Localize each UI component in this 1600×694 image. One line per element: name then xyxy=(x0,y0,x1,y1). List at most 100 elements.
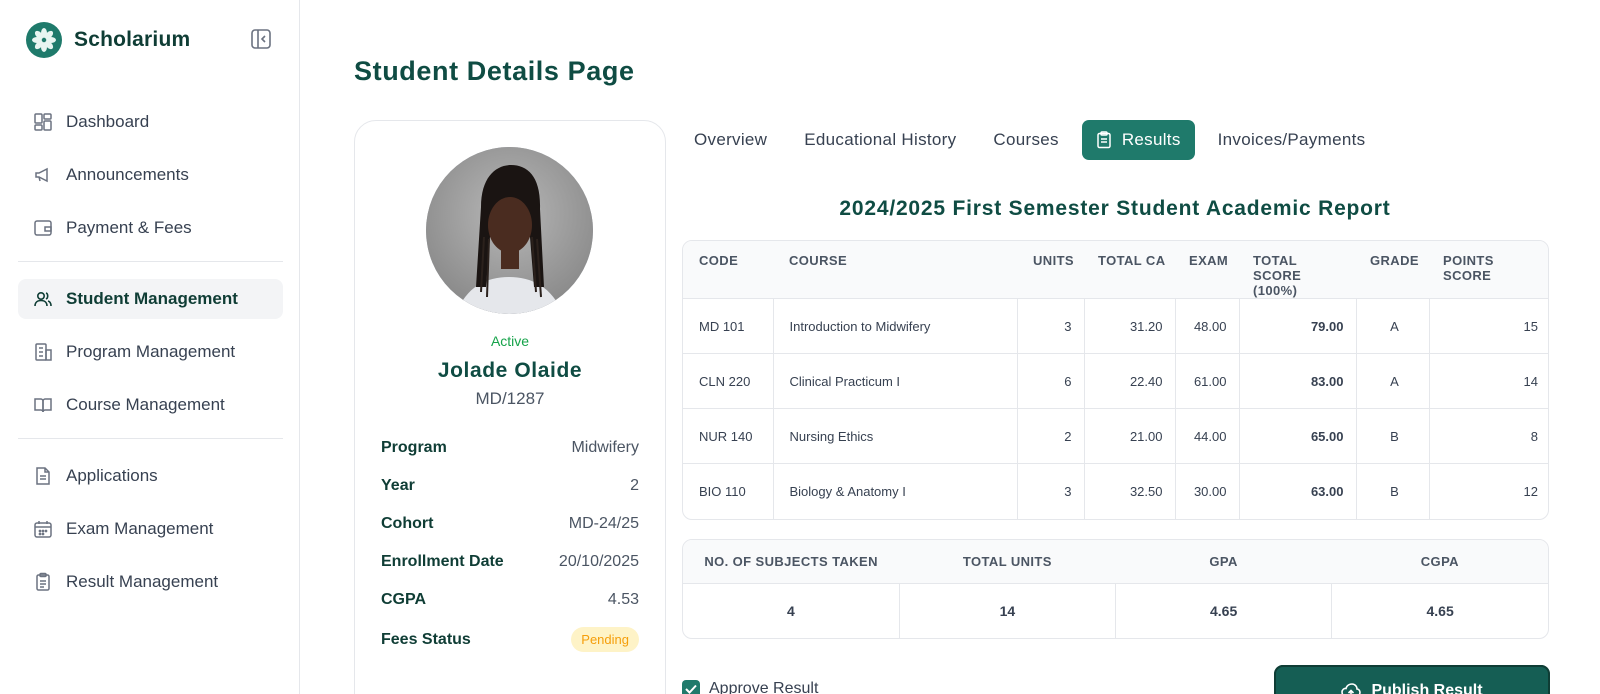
approve-result-label: Approve Result xyxy=(709,680,819,694)
table-row: CLN 220 Clinical Practicum I 6 22.40 61.… xyxy=(683,353,1548,409)
cell-course: Biology & Anatomy I xyxy=(772,463,1017,519)
document-icon xyxy=(32,465,54,487)
cell-units: 2 xyxy=(1016,408,1084,464)
report-title: 2024/2025 First Semester Student Academi… xyxy=(839,197,1391,220)
cell-course: Clinical Practicum I xyxy=(772,353,1017,409)
cell-total-ca: 31.20 xyxy=(1083,298,1175,354)
cell-points: 12 xyxy=(1428,463,1548,519)
summary-gpa: 4.65 xyxy=(1114,583,1332,638)
sidebar-item-course-management[interactable]: Course Management xyxy=(18,385,283,425)
detail-label: Cohort xyxy=(381,515,434,532)
sidebar-item-applications[interactable]: Applications xyxy=(18,456,283,496)
approve-result-checkbox[interactable]: Approve Result xyxy=(682,680,818,694)
detail-label: CGPA xyxy=(381,591,427,608)
sidebar-item-label: Applications xyxy=(66,466,158,485)
column-header: COURSE xyxy=(773,241,1017,299)
page-title: Student Details Page xyxy=(354,56,635,86)
detail-value: MD-24/25 xyxy=(568,515,639,532)
cell-exam: 48.00 xyxy=(1174,298,1239,354)
detail-year: Year 2 xyxy=(381,477,639,495)
column-header: TOTAL CA xyxy=(1084,241,1175,299)
sidebar-item-label: Student Management xyxy=(66,289,238,308)
summary-row: 4 14 4.65 4.65 xyxy=(683,583,1548,638)
cell-grade: B xyxy=(1355,408,1429,464)
summary-header: GPA xyxy=(1115,540,1332,584)
logo-icon xyxy=(26,22,62,58)
tab-invoices-payments[interactable]: Invoices/Payments xyxy=(1204,120,1380,160)
table-header-row: CODE COURSE UNITS TOTAL CA EXAM TOTAL SC… xyxy=(683,241,1548,299)
publish-result-button[interactable]: Publish Result xyxy=(1274,665,1550,694)
summary-total-units: 14 xyxy=(898,583,1116,638)
sidebar-item-label: Announcements xyxy=(66,165,189,184)
cell-total-ca: 22.40 xyxy=(1083,353,1175,409)
sidebar-item-result-management[interactable]: Result Management xyxy=(18,562,283,602)
cell-code: MD 101 xyxy=(683,298,773,354)
users-icon xyxy=(32,288,54,310)
sidebar-item-payment-fees[interactable]: Payment & Fees xyxy=(18,208,283,248)
cell-points: 14 xyxy=(1428,353,1548,409)
tab-results[interactable]: Results xyxy=(1081,120,1195,160)
dashboard-icon xyxy=(32,111,54,133)
column-header: GRADE xyxy=(1356,241,1429,299)
wallet-icon xyxy=(32,217,54,239)
tab-overview[interactable]: Overview xyxy=(680,120,781,160)
student-id: MD/1287 xyxy=(475,389,545,408)
cell-grade: A xyxy=(1355,353,1429,409)
cloud-upload-icon xyxy=(1341,682,1362,694)
detail-value: 4.53 xyxy=(607,591,639,608)
cell-course: Nursing Ethics xyxy=(772,408,1017,464)
sidebar-item-label: Payment & Fees xyxy=(66,218,192,237)
cell-units: 3 xyxy=(1016,463,1084,519)
detail-cohort: Cohort MD-24/25 xyxy=(381,515,639,533)
sidebar-collapse-icon[interactable] xyxy=(250,28,272,50)
detail-label: Fees Status xyxy=(381,630,471,648)
cell-points: 15 xyxy=(1428,298,1548,354)
sidebar-item-student-management[interactable]: Student Management xyxy=(18,279,283,319)
cell-total-score: 63.00 xyxy=(1238,463,1356,519)
summary-header: CGPA xyxy=(1331,540,1548,584)
sidebar-item-label: Result Management xyxy=(66,572,219,591)
sidebar-item-dashboard[interactable]: Dashboard xyxy=(18,102,283,142)
summary-subjects-taken: 4 xyxy=(786,602,795,619)
sidebar-item-program-management[interactable]: Program Management xyxy=(18,332,283,372)
cell-total-ca: 21.00 xyxy=(1083,408,1175,464)
detail-enrollment-date: Enrollment Date 20/10/2025 xyxy=(381,553,639,571)
cell-units: 6 xyxy=(1016,353,1084,409)
student-name: Jolade Olaide xyxy=(437,359,583,382)
brand[interactable]: Scholarium xyxy=(26,22,190,58)
cell-total-score: 83.00 xyxy=(1238,353,1356,409)
cell-total-score: 79.00 xyxy=(1238,298,1356,354)
cell-units: 3 xyxy=(1016,298,1084,354)
cell-course: Introduction to Midwifery xyxy=(772,298,1017,354)
results-table: CODE COURSE UNITS TOTAL CA EXAM TOTAL SC… xyxy=(682,240,1549,520)
clipboard-icon xyxy=(1096,131,1112,149)
column-header: CODE xyxy=(683,241,773,299)
tab-educational-history[interactable]: Educational History xyxy=(790,120,970,160)
book-icon xyxy=(32,394,54,416)
cell-exam: 61.00 xyxy=(1174,353,1239,409)
sidebar-divider xyxy=(18,438,283,439)
sidebar-nav: Dashboard Announcements Payment & Fees S… xyxy=(18,102,283,615)
sidebar-item-announcements[interactable]: Announcements xyxy=(18,155,283,195)
detail-label: Program xyxy=(381,439,447,456)
sidebar-item-exam-management[interactable]: Exam Management xyxy=(18,509,283,549)
sidebar-item-label: Program Management xyxy=(66,342,236,361)
table-row: MD 101 Introduction to Midwifery 3 31.20… xyxy=(683,298,1548,354)
tab-courses[interactable]: Courses xyxy=(979,120,1072,160)
checkbox-checked-icon[interactable] xyxy=(682,680,700,694)
student-avatar xyxy=(426,147,593,314)
brand-name: Scholarium xyxy=(74,28,191,51)
clipboard-icon xyxy=(32,571,54,593)
detail-cgpa: CGPA 4.53 xyxy=(381,591,639,609)
student-profile-card: Active Jolade Olaide MD/1287 Program Mid… xyxy=(354,120,666,694)
detail-value: 20/10/2025 xyxy=(558,553,639,570)
cell-code: BIO 110 xyxy=(683,463,773,519)
fees-status-badge: Pending xyxy=(571,627,639,652)
detail-value: 2 xyxy=(630,477,639,494)
summary-header-row: NO. OF SUBJECTS TAKEN TOTAL UNITS GPA CG… xyxy=(683,540,1548,584)
sidebar-item-label: Course Management xyxy=(66,395,225,414)
publish-result-label: Publish Result xyxy=(1371,682,1483,694)
student-status-badge: Active xyxy=(490,333,530,349)
summary-table: NO. OF SUBJECTS TAKEN TOTAL UNITS GPA CG… xyxy=(682,539,1549,639)
summary-header: NO. OF SUBJECTS TAKEN xyxy=(683,540,900,584)
